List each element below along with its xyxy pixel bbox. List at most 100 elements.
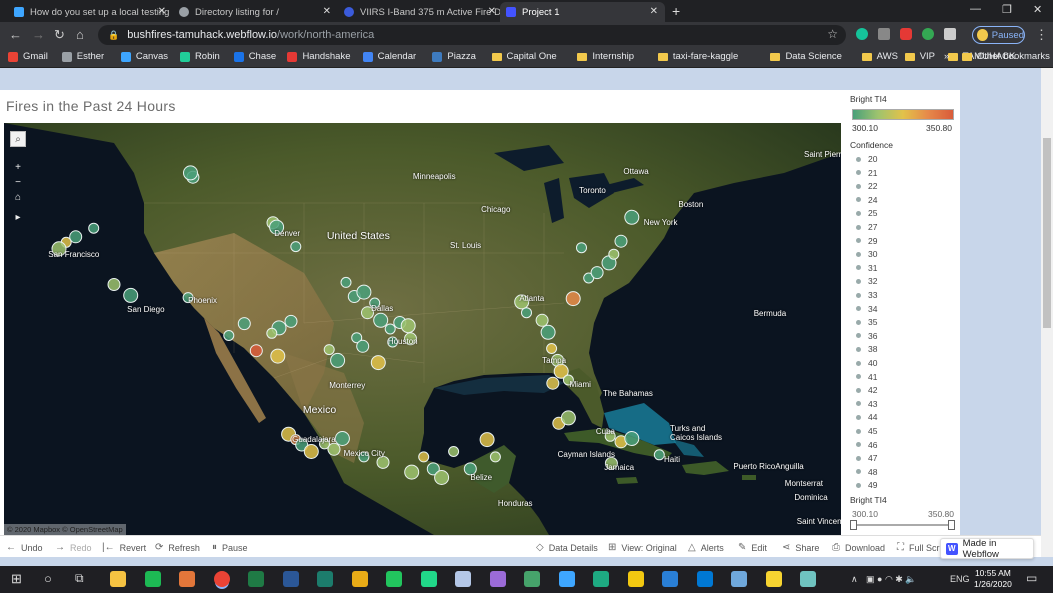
fire-marker[interactable] xyxy=(356,284,372,300)
fire-map[interactable]: ⌕ + − ⌂ ▸ © 2020 Mapbox © OpenStreetMap … xyxy=(4,123,841,535)
fire-marker[interactable] xyxy=(400,318,416,334)
fire-marker[interactable] xyxy=(290,241,302,253)
fire-marker[interactable] xyxy=(624,209,640,225)
fire-marker[interactable] xyxy=(624,431,640,446)
fire-marker[interactable] xyxy=(404,464,420,480)
confidence-legend-item[interactable]: 31 xyxy=(856,263,877,273)
fire-marker[interactable] xyxy=(107,278,121,291)
taskbar-app-b-icon[interactable] xyxy=(558,571,575,587)
system-tray-chevron-icon[interactable]: ∧ xyxy=(851,574,858,585)
tray-icons[interactable]: ▣ ● ◠ ✱ 🔈 xyxy=(866,574,917,585)
bookmark-canvas[interactable]: Canvas xyxy=(120,51,168,62)
search-circle-icon[interactable]: ○ xyxy=(44,571,52,586)
other-bookmarks[interactable]: Other bookmarks xyxy=(962,51,1050,62)
taskbar-powerbi-icon[interactable] xyxy=(627,571,644,587)
grammarly-extension-icon[interactable] xyxy=(856,28,868,40)
taskbar-tableau-icon[interactable] xyxy=(351,571,368,587)
fire-marker[interactable] xyxy=(546,376,560,390)
edit-button[interactable]: ✎ Edit xyxy=(738,542,767,553)
page-scrollbar[interactable] xyxy=(1041,68,1053,557)
slider-max-handle[interactable] xyxy=(948,520,955,530)
close-tab-icon[interactable]: ✕ xyxy=(488,6,496,17)
fire-marker[interactable] xyxy=(560,410,576,426)
confidence-legend-item[interactable]: 46 xyxy=(856,440,877,450)
fire-marker[interactable] xyxy=(370,355,386,371)
confidence-legend-item[interactable]: 36 xyxy=(856,331,877,341)
taskbar-pycharm-icon[interactable] xyxy=(420,571,437,587)
fire-marker[interactable] xyxy=(303,444,319,459)
fire-marker[interactable] xyxy=(546,343,558,354)
fire-marker[interactable] xyxy=(653,449,665,461)
input-language[interactable]: ENG xyxy=(950,574,970,584)
taskbar-app-f-icon[interactable] xyxy=(800,571,816,587)
full-screen-button[interactable]: ⛶ Full Scr xyxy=(897,542,940,553)
confidence-legend-item[interactable]: 24 xyxy=(856,195,877,205)
taskbar-app-c-icon[interactable] xyxy=(593,571,609,587)
close-tab-icon[interactable]: ✕ xyxy=(158,6,166,17)
fire-marker[interactable] xyxy=(434,470,450,485)
map-search-button[interactable]: ⌕ xyxy=(10,131,26,147)
notifications-icon[interactable]: ▭ xyxy=(1026,571,1037,585)
scrollbar-thumb[interactable] xyxy=(1043,138,1051,328)
close-window-button[interactable]: ✕ xyxy=(1033,3,1042,16)
pan-arrow-icon[interactable]: ▸ xyxy=(10,209,26,225)
taskbar-datagrip-icon[interactable] xyxy=(386,571,402,587)
taskbar-app-e-icon[interactable] xyxy=(696,571,713,587)
mail-extension-icon[interactable] xyxy=(878,28,890,40)
bookmark-data-science[interactable]: Data Science xyxy=(770,51,842,62)
home-icon[interactable]: ⌂ xyxy=(76,27,84,42)
start-windows-icon[interactable]: ⊞ xyxy=(11,571,22,587)
cast-extension-icon[interactable] xyxy=(944,28,956,40)
zoom-out-button[interactable]: − xyxy=(10,174,26,190)
close-tab-icon[interactable]: ✕ xyxy=(323,6,331,17)
confidence-legend-item[interactable]: 33 xyxy=(856,290,877,300)
fire-marker[interactable] xyxy=(69,230,83,244)
confidence-legend-item[interactable]: 44 xyxy=(856,412,877,422)
confidence-legend-item[interactable]: 49 xyxy=(856,480,877,490)
data-details-button[interactable]: ◇ Data Details xyxy=(536,542,598,553)
taskbar-rstudio-icon[interactable] xyxy=(731,571,747,587)
browser-tab[interactable]: Directory listing for / ✕ xyxy=(173,2,338,22)
bookmarks-overflow-icon[interactable]: » xyxy=(944,51,949,62)
fire-marker[interactable] xyxy=(540,324,556,340)
confidence-legend-item[interactable]: 32 xyxy=(856,276,877,286)
taskbar-matlab-icon[interactable] xyxy=(179,571,195,587)
maximize-button[interactable]: ❐ xyxy=(1002,3,1012,16)
bookmark-robin[interactable]: Robin xyxy=(179,51,220,62)
confidence-legend-item[interactable]: 42 xyxy=(856,385,877,395)
alerts-button[interactable]: △ Alerts xyxy=(688,542,724,553)
bookmark-gmail[interactable]: Gmail xyxy=(8,51,48,62)
forward-arrow-icon[interactable]: → xyxy=(32,27,45,42)
refresh-button[interactable]: ⟳ Refresh xyxy=(155,542,200,553)
confidence-legend-item[interactable]: 45 xyxy=(856,426,877,436)
fire-marker[interactable] xyxy=(489,451,501,463)
bookmark-calendar[interactable]: Calendar xyxy=(362,51,416,62)
profile-paused-button[interactable]: Paused xyxy=(972,26,1025,44)
zoom-in-button[interactable]: + xyxy=(10,159,26,175)
green-extension-icon[interactable] xyxy=(922,28,934,40)
fire-marker[interactable] xyxy=(237,317,251,331)
fire-marker[interactable] xyxy=(183,165,198,181)
confidence-legend-item[interactable]: 27 xyxy=(856,222,877,232)
confidence-legend-item[interactable]: 34 xyxy=(856,304,877,314)
fire-marker[interactable] xyxy=(123,287,139,303)
browser-tab[interactable]: How do you set up a local testing ✕ xyxy=(8,2,173,22)
confidence-legend-item[interactable]: 47 xyxy=(856,453,877,463)
bookmark-aws[interactable]: AWS xyxy=(861,51,898,62)
view-original-button[interactable]: ⊞ View: Original xyxy=(608,542,677,553)
fire-marker[interactable] xyxy=(590,266,604,280)
fire-marker[interactable] xyxy=(356,339,370,353)
bookmark-piazza[interactable]: Piazza xyxy=(432,51,476,62)
share-button[interactable]: ⋖ Share xyxy=(782,542,819,553)
fire-marker[interactable] xyxy=(340,276,352,288)
map-attribution[interactable]: © 2020 Mapbox © OpenStreetMap xyxy=(4,524,126,535)
task-view-icon[interactable]: ⧉ xyxy=(75,571,84,586)
made-in-webflow-badge[interactable]: W Made in Webflow xyxy=(940,538,1034,560)
pause-button[interactable]: ⏸ Pause xyxy=(212,542,248,553)
youtube-extension-icon[interactable] xyxy=(900,28,912,40)
download-button[interactable]: ⎙ Download xyxy=(832,542,885,553)
fire-marker[interactable] xyxy=(608,248,620,260)
redo-button[interactable]: → Redo xyxy=(55,542,92,553)
taskbar-sticky-icon[interactable] xyxy=(765,571,782,587)
confidence-legend-item[interactable]: 20 xyxy=(856,154,877,164)
